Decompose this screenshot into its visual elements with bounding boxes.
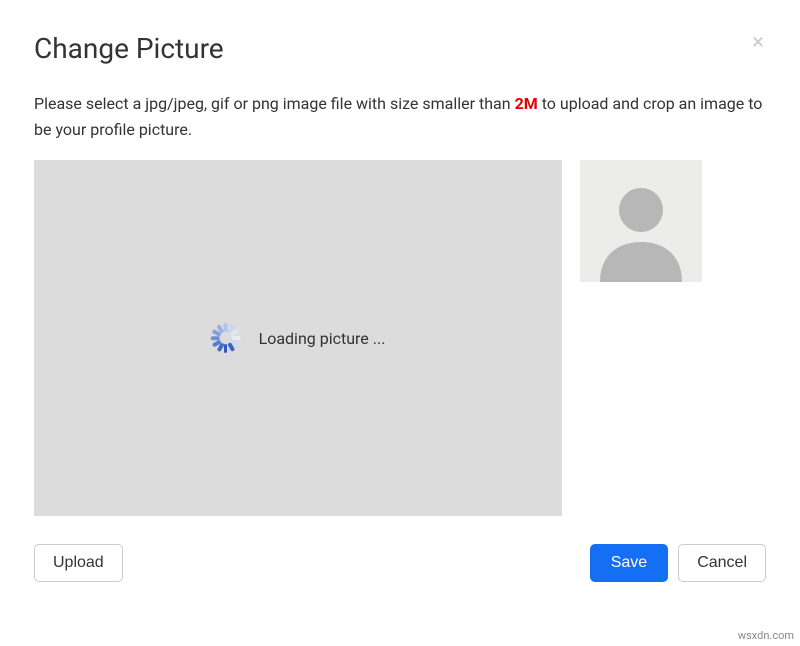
modal-footer: Upload Save Cancel — [34, 544, 766, 582]
size-limit: 2M — [515, 94, 538, 113]
upload-button[interactable]: Upload — [34, 544, 123, 582]
crop-area[interactable]: Loading picture ... — [34, 160, 562, 516]
watermark-text: wsxdn.com — [738, 629, 794, 642]
loading-text: Loading picture ... — [259, 329, 386, 348]
close-icon[interactable]: × — [752, 32, 764, 54]
change-picture-modal: × Change Picture Please select a jpg/jpe… — [0, 0, 800, 606]
loading-spinner-icon — [211, 323, 241, 353]
content-row: Loading picture ... — [34, 160, 766, 516]
cancel-button[interactable]: Cancel — [678, 544, 766, 582]
modal-title: Change Picture — [34, 32, 766, 65]
instruction-text: Please select a jpg/jpeg, gif or png ima… — [34, 91, 766, 142]
avatar-placeholder-icon — [580, 160, 702, 282]
save-button[interactable]: Save — [590, 544, 668, 582]
instruction-pre: Please select a jpg/jpeg, gif or png ima… — [34, 94, 515, 113]
profile-preview — [580, 160, 702, 282]
